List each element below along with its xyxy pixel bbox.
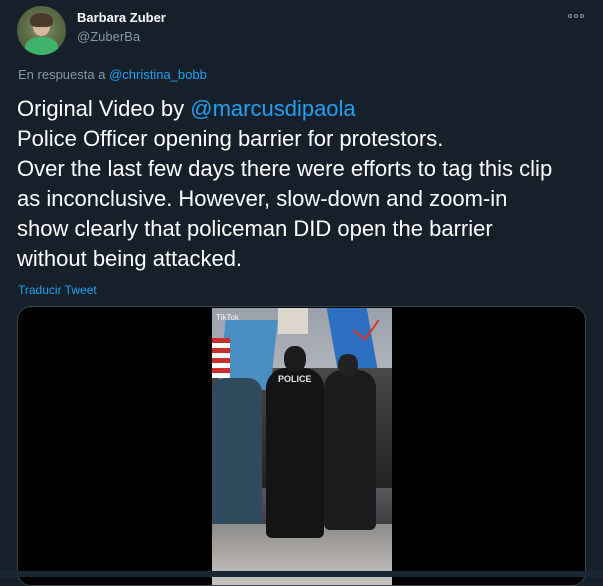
author-display-name[interactable]: Barbara Zuber: [77, 10, 166, 26]
tweet-line-text: Original Video by: [17, 96, 191, 121]
video-flag: [212, 338, 230, 378]
reply-mention-link[interactable]: @christina_bobb: [109, 67, 207, 82]
video-officer-head: [284, 346, 306, 372]
translate-tweet-link[interactable]: Traducir Tweet: [18, 283, 97, 297]
video-officer-head: [338, 354, 358, 376]
media-video[interactable]: POLICE TikTok: [17, 306, 586, 586]
video-police-vest-text: POLICE: [278, 374, 312, 384]
avatar-shirt: [25, 37, 58, 55]
tweet-line: Police Officer opening barrier for prote…: [17, 126, 444, 151]
avatar[interactable]: [17, 6, 66, 55]
video-watermark: TikTok: [216, 313, 239, 322]
dot: [574, 14, 578, 18]
video-frame[interactable]: POLICE TikTok: [212, 308, 392, 585]
tweet-line: without being attacked.: [17, 246, 243, 271]
tweet-line: show clearly that policeman DID open the…: [17, 216, 493, 241]
more-options-icon[interactable]: [565, 10, 587, 22]
bottom-edge: [0, 571, 603, 577]
dot: [568, 14, 572, 18]
mention-link[interactable]: @marcusdipaola: [190, 96, 355, 121]
avatar-hair: [30, 13, 53, 27]
video-officer: [324, 354, 376, 530]
video-officer: [266, 346, 324, 538]
video-figure: [212, 378, 262, 528]
tweet-line: as inconclusive. However, slow-down and …: [17, 186, 508, 211]
dot: [580, 14, 584, 18]
tweet-line: Original Video by @marcusdipaola: [17, 94, 597, 124]
author-handle[interactable]: @ZuberBa: [77, 29, 140, 45]
tweet-line: Over the last few days there were effort…: [17, 156, 553, 181]
reply-prefix: En respuesta a: [18, 67, 106, 82]
reply-context: En respuesta a @christina_bobb: [18, 67, 207, 83]
video-sign: [278, 308, 308, 334]
tweet-text: Original Video by @marcusdipaola Police …: [17, 94, 597, 274]
